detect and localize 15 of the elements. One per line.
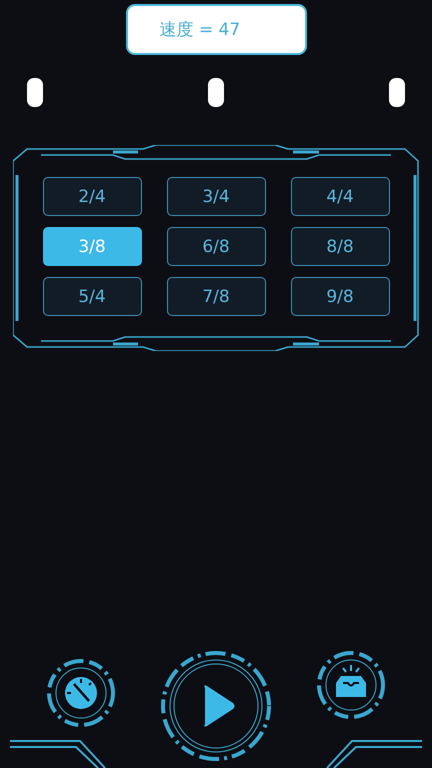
time-signature-button[interactable]: 9/8 — [290, 277, 390, 316]
speed-label: 速度 = 47 — [160, 19, 240, 41]
beat-indicator — [389, 78, 405, 107]
time-signature-button[interactable]: 5/4 — [42, 277, 142, 316]
beat-indicator — [27, 78, 43, 107]
play-icon — [204, 685, 234, 727]
time-signature-button[interactable]: 4/4 — [290, 177, 390, 216]
time-signature-button[interactable]: 2/4 — [42, 177, 142, 216]
time-signature-button[interactable]: 7/8 — [166, 277, 266, 316]
gauge-icon — [65, 677, 98, 709]
tray-icon — [336, 664, 366, 697]
time-signature-button[interactable]: 8/8 — [290, 227, 390, 266]
time-signature-button[interactable]: 3/4 — [166, 177, 266, 216]
beat-indicator — [208, 78, 224, 107]
time-signature-button[interactable]: 6/8 — [166, 227, 266, 266]
